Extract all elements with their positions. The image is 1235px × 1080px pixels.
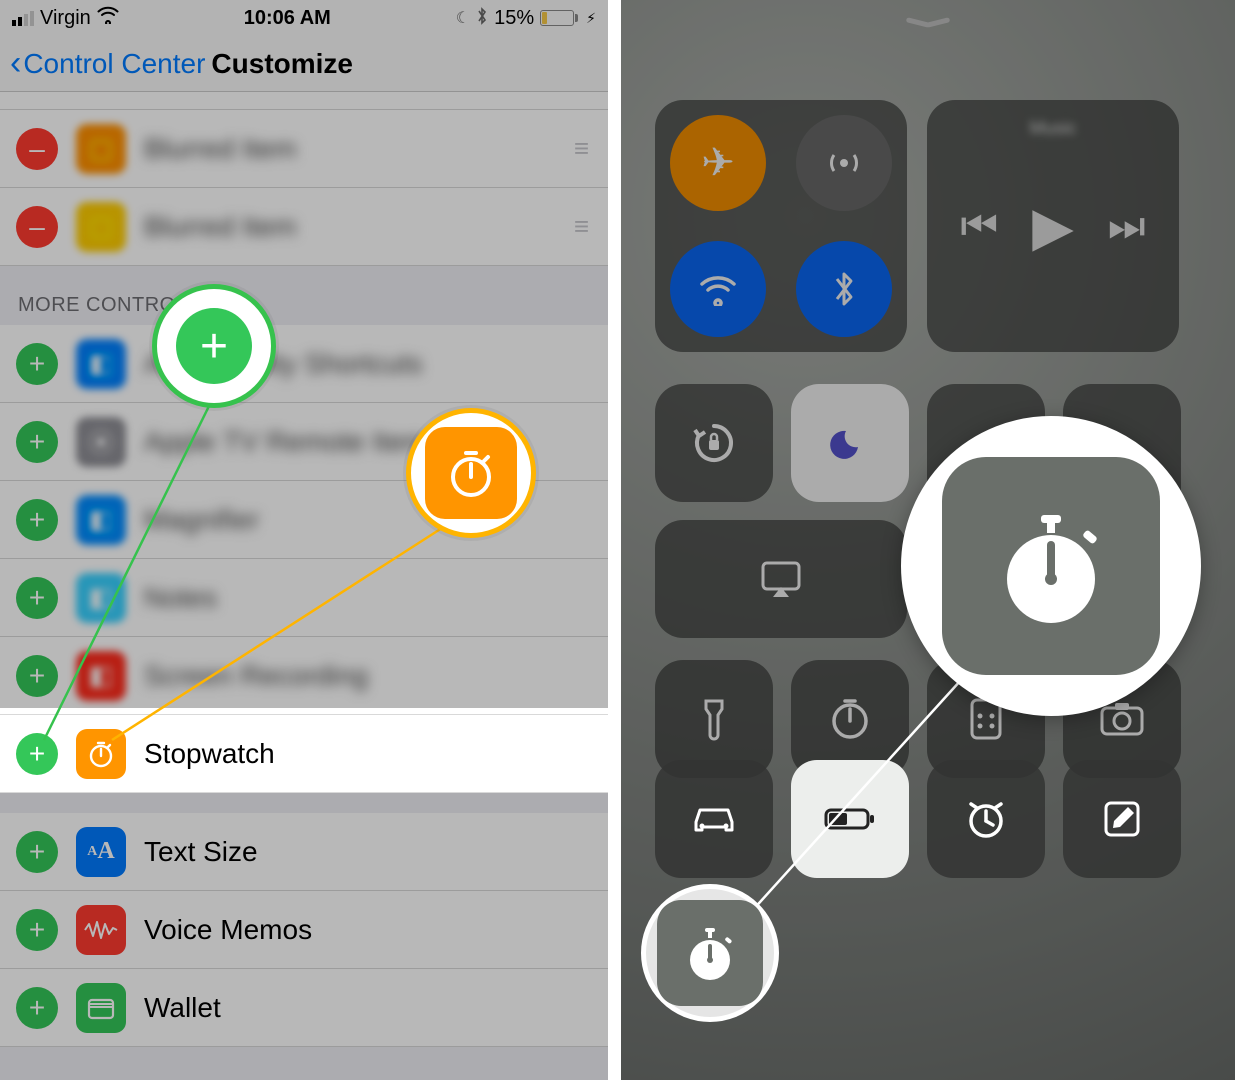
signal-icon [12,11,34,26]
remove-button[interactable]: – [16,128,58,170]
voice-memos-icon [76,905,126,955]
app-icon: ◧ [76,339,126,389]
add-button[interactable]: + [16,421,58,463]
status-bar: Virgin 10:06 AM ☾ 15% ⚡︎ [0,0,608,36]
stopwatch-tile-callout-large [901,416,1201,716]
back-button[interactable]: ‹ Control Center [10,44,205,83]
stopwatch-icon [425,427,517,519]
plus-icon: + [176,308,252,384]
battery-percent: 15% [494,7,534,30]
customize-list: – ▢ Blurred Item ≡ – ▢ Blurred Item ≡ MO… [0,92,608,1077]
control-center-screenshot: ✈ Music ⏮ ▶ ⏭ [621,0,1235,1080]
row-label: Voice Memos [144,914,312,946]
stopwatch-row[interactable]: + Stopwatch [0,715,608,793]
chevron-left-icon: ‹ [10,44,21,83]
back-label: Control Center [23,48,205,80]
status-time: 10:06 AM [244,7,331,30]
remove-button[interactable]: – [16,206,58,248]
app-icon: ◧ [76,495,126,545]
add-button[interactable]: + [16,655,58,697]
add-button[interactable]: + [16,499,58,541]
carrier-label: Virgin [40,7,91,30]
add-button-callout: + [152,284,276,408]
row-label: Wallet [144,992,221,1024]
add-button[interactable]: + [16,577,58,619]
settings-customize-screenshot: Virgin 10:06 AM ☾ 15% ⚡︎ ‹ Control Cente… [0,0,608,1080]
row-label: Blurred Item [144,133,297,165]
drag-handle-icon[interactable]: ≡ [574,211,592,242]
app-icon: ▢ [76,202,126,252]
stopwatch-icon-callout [406,408,536,538]
add-button[interactable]: + [16,987,58,1029]
drag-handle-icon[interactable]: ≡ [574,133,592,164]
app-icon: ⦿ [76,417,126,467]
battery-icon [540,10,578,26]
more-controls-row[interactable]: + ◧ Screen Recording [0,637,608,715]
stopwatch-icon [991,501,1111,631]
app-icon: ▢ [76,124,126,174]
dnd-moon-icon: ☾ [456,8,470,28]
app-icon: ◧ [76,573,126,623]
add-button[interactable]: + [16,343,58,385]
included-row[interactable]: – ▢ Blurred Item ≡ [0,110,608,188]
row-label: Notes [144,582,217,614]
voice-memos-row[interactable]: + Voice Memos [0,891,608,969]
section-header: MORE CONTROLS [0,266,608,325]
wallet-icon [76,983,126,1033]
add-button[interactable]: + [16,909,58,951]
add-button: + [16,831,58,873]
charging-icon: ⚡︎ [586,10,596,27]
row-label: Text Size [144,836,258,868]
more-controls-row[interactable]: + ◧ Notes [0,559,608,637]
text-size-row[interactable]: + AA Text Size [0,813,608,891]
row-label: Blurred Item [144,211,297,243]
nav-bar: ‹ Control Center Customize [0,36,608,92]
row-label: Apple TV Remote Item [144,426,427,458]
row-label: Screen Recording [144,660,368,692]
add-button[interactable]: + [16,733,58,775]
stopwatch-tile-callout-small [641,884,779,1022]
text-size-icon: AA [76,827,126,877]
row-label: Magnifier [144,504,259,536]
wallet-row[interactable]: + Wallet [0,969,608,1047]
stopwatch-app-icon [76,729,126,779]
page-title: Customize [211,48,353,80]
stopwatch-icon [681,922,739,984]
wifi-icon [97,6,119,30]
row-label: Stopwatch [144,738,275,770]
more-controls-row[interactable]: + ◧ Accessibility Shortcuts [0,325,608,403]
app-icon: ◧ [76,651,126,701]
bluetooth-icon [476,7,488,30]
included-row[interactable]: – ▢ Blurred Item ≡ [0,188,608,266]
